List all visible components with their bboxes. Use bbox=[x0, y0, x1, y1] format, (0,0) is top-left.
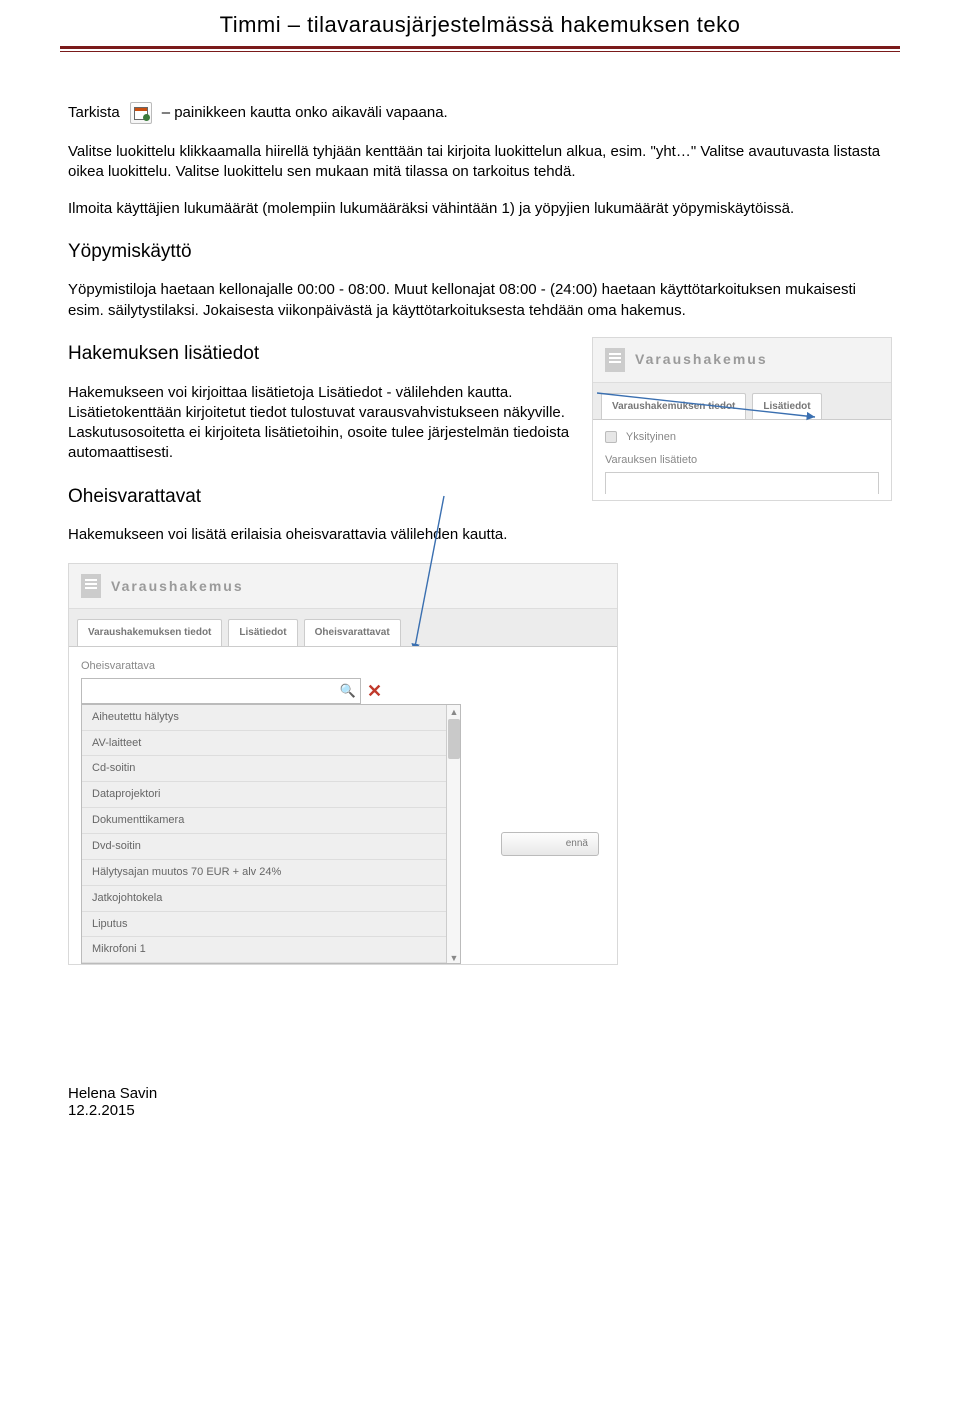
list-item[interactable]: Hälytysajan muutos 70 EUR + alv 24% bbox=[82, 860, 460, 886]
list-item[interactable]: Dataprojektori bbox=[82, 782, 460, 808]
list-item[interactable]: Aiheutettu hälytys bbox=[82, 705, 460, 731]
chevron-up-icon[interactable]: ▲ bbox=[449, 706, 459, 716]
tarkista-after: – painikkeen kautta onko aikaväli vapaan… bbox=[162, 103, 448, 123]
tab-varaushakemuksen-tiedot[interactable]: Varaushakemuksen tiedot bbox=[601, 393, 746, 420]
oheisvarattava-label: Oheisvarattava bbox=[81, 659, 605, 674]
yksityinen-label: Yksityinen bbox=[626, 431, 676, 443]
author-name: Helena Savin bbox=[68, 1085, 960, 1102]
list-item[interactable]: Dokumenttikamera bbox=[82, 808, 460, 834]
panel-title: Varaushakemus bbox=[111, 577, 244, 596]
clear-icon[interactable]: ✕ bbox=[367, 679, 382, 703]
list-item[interactable]: Liputus bbox=[82, 912, 460, 938]
document-icon bbox=[605, 348, 625, 372]
chevron-down-icon[interactable]: ▼ bbox=[449, 952, 459, 962]
tab-varaushakemuksen-tiedot[interactable]: Varaushakemuksen tiedot bbox=[77, 619, 222, 646]
tarkista-label: Tarkista bbox=[68, 103, 120, 123]
page-title: Timmi – tilavarausjärjestelmässä hakemuk… bbox=[0, 12, 960, 38]
yopymiskaytto-heading: Yöpymiskäyttö bbox=[68, 239, 892, 265]
intro-paragraph-1: Valitse luokittelu klikkaamalla hiirellä… bbox=[68, 142, 892, 183]
document-icon bbox=[81, 574, 101, 598]
lisatieto-textarea[interactable] bbox=[605, 472, 879, 494]
intro-paragraph-2: Ilmoita käyttäjien lukumäärät (molempiin… bbox=[68, 199, 892, 219]
varauksen-lisatieto-label: Varauksen lisätieto bbox=[605, 453, 879, 468]
yksityinen-checkbox[interactable] bbox=[605, 431, 617, 443]
list-item[interactable]: Dvd-soitin bbox=[82, 834, 460, 860]
list-item[interactable]: Jatkojohtokela bbox=[82, 886, 460, 912]
yopymiskaytto-paragraph: Yöpymistiloja haetaan kellonajalle 00:00… bbox=[68, 280, 892, 321]
footer-date: 12.2.2015 bbox=[68, 1102, 960, 1119]
list-item[interactable]: Mikrofoni 1 bbox=[82, 937, 460, 963]
tab-oheisvarattavat[interactable]: Oheisvarattavat bbox=[304, 619, 401, 646]
tab-lisatiedot[interactable]: Lisätiedot bbox=[228, 619, 297, 646]
oheisvarattava-combobox[interactable]: 🔍 bbox=[81, 678, 361, 704]
varaushakemus-panel-lisatiedot: Varaushakemus Varaushakemuksen tiedot Li… bbox=[592, 337, 892, 501]
partial-button[interactable]: ennä bbox=[501, 832, 599, 856]
list-item[interactable]: Cd-soitin bbox=[82, 756, 460, 782]
tab-lisatiedot[interactable]: Lisätiedot bbox=[752, 393, 821, 420]
search-icon[interactable]: 🔍 bbox=[340, 683, 356, 699]
scrollbar[interactable]: ▲ ▼ bbox=[446, 705, 460, 963]
oheisvarattava-dropdown[interactable]: Aiheutettu hälytys AV-laitteet Cd-soitin… bbox=[81, 704, 461, 964]
varaushakemus-panel-oheisvarattavat: Varaushakemus Varaushakemuksen tiedot Li… bbox=[68, 563, 618, 965]
panel-title: Varaushakemus bbox=[635, 350, 768, 369]
calendar-check-icon[interactable] bbox=[130, 102, 152, 124]
tarkista-row: Tarkista – painikkeen kautta onko aikavä… bbox=[68, 102, 892, 124]
oheisvarattavat-paragraph: Hakemukseen voi lisätä erilaisia oheisva… bbox=[68, 525, 892, 545]
list-item[interactable]: AV-laitteet bbox=[82, 731, 460, 757]
